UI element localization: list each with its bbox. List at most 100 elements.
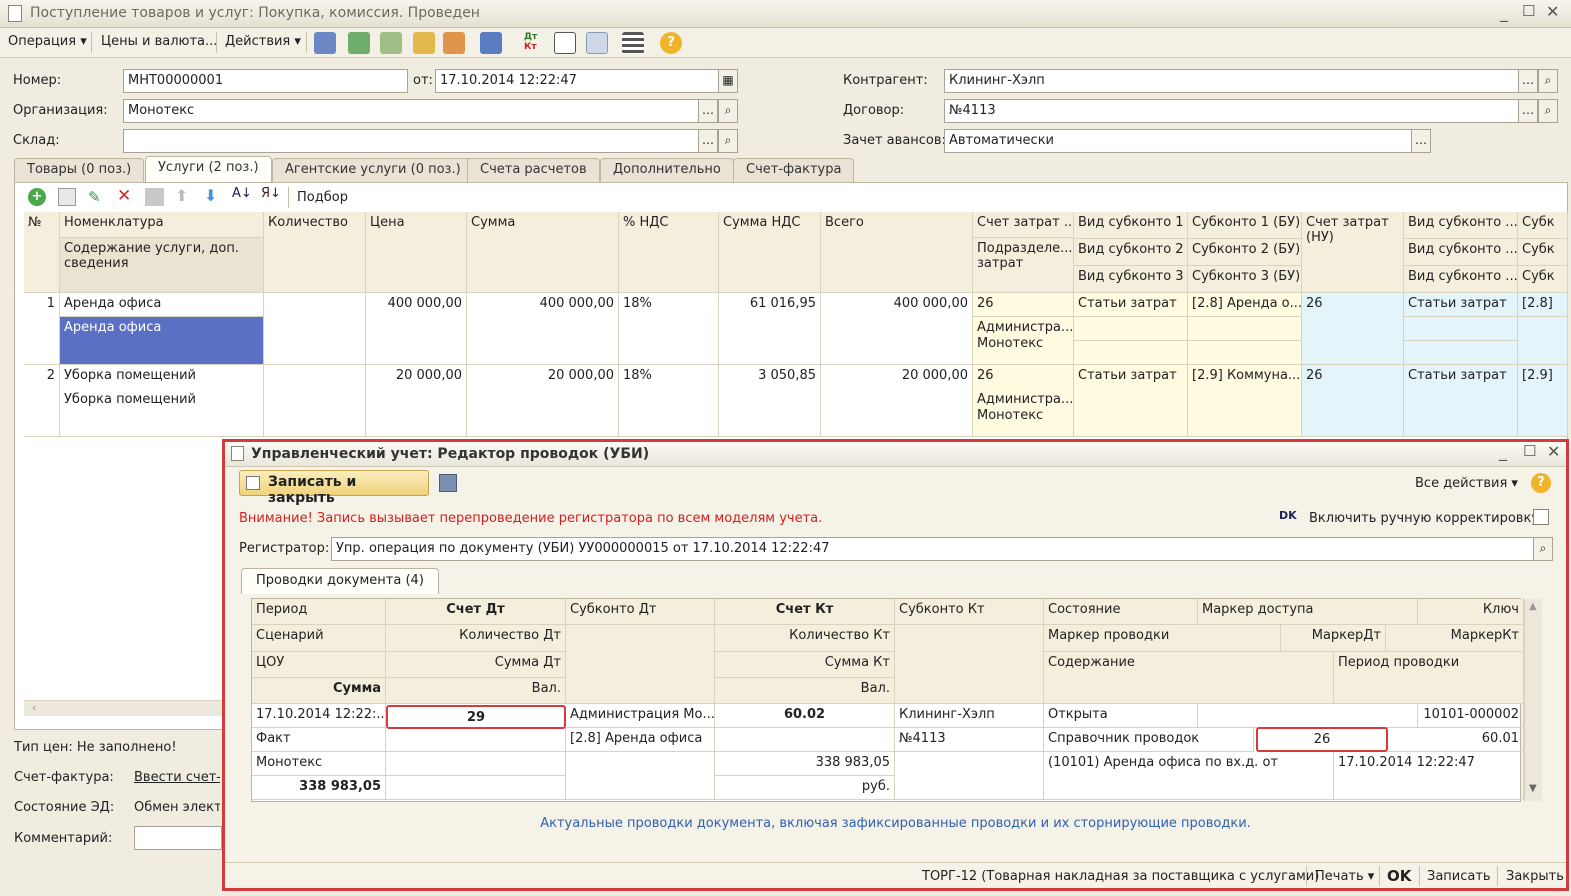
- col-nu-sub-2[interactable]: Субк: [1518, 239, 1568, 266]
- col-quantity-dt[interactable]: Количество Дт: [386, 625, 566, 652]
- row-nomenclature[interactable]: Уборка помещений: [60, 365, 264, 389]
- row-service-content[interactable]: Уборка помещений: [60, 389, 264, 437]
- col-posting-marker[interactable]: Маркер проводки: [1044, 625, 1281, 652]
- goto-icon[interactable]: [480, 32, 502, 54]
- select-icon[interactable]: …: [698, 99, 718, 123]
- copy-row-icon[interactable]: [58, 188, 76, 206]
- help-icon[interactable]: ?: [660, 32, 682, 54]
- comment-field[interactable]: [134, 826, 222, 850]
- col-nu-sub-type-2[interactable]: Вид субконто ...: [1404, 239, 1518, 266]
- maximize-icon[interactable]: ☐: [1522, 2, 1535, 20]
- row-sum[interactable]: 400 000,00: [467, 293, 619, 365]
- contract-field[interactable]: №4113: [944, 99, 1520, 123]
- row-posting-marker[interactable]: Справочник проводок: [1044, 728, 1254, 752]
- row-vat[interactable]: 18%: [619, 365, 719, 437]
- copy-icon[interactable]: [380, 32, 402, 54]
- row-amount[interactable]: 338 983,05: [252, 776, 386, 800]
- document-up-icon[interactable]: [413, 32, 435, 54]
- col-subconto-dt[interactable]: Субконто Дт: [566, 599, 715, 625]
- row-sub-type-2[interactable]: [1074, 317, 1188, 341]
- col-vat[interactable]: % НДС: [619, 212, 719, 293]
- list-icon[interactable]: [622, 32, 644, 54]
- row-key[interactable]: 10101-000002: [1418, 704, 1524, 728]
- col-total[interactable]: Всего: [821, 212, 973, 293]
- row-nu-sub-2[interactable]: [1518, 317, 1568, 365]
- col-n[interactable]: №: [24, 212, 60, 293]
- select-icon[interactable]: …: [1411, 129, 1431, 153]
- col-sub-type-2[interactable]: Вид субконто 2: [1074, 239, 1188, 266]
- row-quantity[interactable]: [264, 293, 366, 365]
- row-cost-account[interactable]: 26: [973, 293, 1074, 317]
- contractor-field[interactable]: Клининг-Хэлп: [944, 69, 1520, 93]
- edit-icon[interactable]: ✎: [88, 188, 101, 206]
- row-quantity[interactable]: [264, 365, 366, 437]
- close-icon[interactable]: ✕: [1547, 442, 1560, 461]
- row-cost-account-nu[interactable]: 26: [1302, 365, 1404, 437]
- org-field[interactable]: Монотекс: [123, 99, 699, 123]
- minimize-icon[interactable]: _: [1500, 3, 1508, 22]
- tab-goods[interactable]: Товары (0 поз.): [14, 158, 145, 182]
- vertical-scrollbar[interactable]: ▲ ▼: [1524, 599, 1542, 801]
- end-edit-icon[interactable]: [145, 188, 164, 206]
- col-nu-sub-1[interactable]: Субк: [1518, 212, 1568, 239]
- sort-asc-icon[interactable]: A↓: [232, 186, 252, 201]
- row-sub-type-1[interactable]: Статьи затрат: [1074, 293, 1188, 317]
- row-sub-type-3[interactable]: [1074, 341, 1188, 365]
- table-row[interactable]: 1 Аренда офиса Аренда офиса 400 000,00 4…: [24, 293, 1568, 365]
- row-marker-dt[interactable]: 26: [1256, 727, 1388, 752]
- registrar-field[interactable]: Упр. операция по документу (УБИ) УУ00000…: [331, 537, 1539, 561]
- row-subconto-dt-1[interactable]: Администрация Мо...: [566, 704, 715, 728]
- col-sub-1[interactable]: Субконто 1 (БУ): [1188, 212, 1302, 239]
- col-nu-sub-type-3[interactable]: Вид субконто ...: [1404, 266, 1518, 293]
- minimize-icon[interactable]: _: [1499, 442, 1507, 461]
- row-subconto-dt-2[interactable]: [2.8] Аренда офиса: [566, 728, 715, 752]
- row-department[interactable]: Администра... Монотекс: [973, 389, 1074, 437]
- col-price[interactable]: Цена: [366, 212, 467, 293]
- move-up-icon[interactable]: ⬆: [175, 186, 188, 205]
- col-cost-account[interactable]: Счет затрат ...: [973, 212, 1074, 238]
- col-quantity-kt[interactable]: Количество Кт: [715, 625, 895, 652]
- row-cou[interactable]: Монотекс: [252, 752, 386, 776]
- row-marker-kt[interactable]: 60.01: [1388, 728, 1524, 752]
- row-period[interactable]: 17.10.2014 12:22:...: [252, 704, 386, 728]
- col-sum[interactable]: Сумма: [467, 212, 619, 293]
- col-period[interactable]: Период: [252, 599, 386, 625]
- calendar-icon[interactable]: ▦: [718, 69, 738, 93]
- search-icon[interactable]: ⌕: [1538, 99, 1558, 123]
- scroll-left-icon[interactable]: ‹: [32, 701, 36, 714]
- select-icon[interactable]: …: [1518, 99, 1538, 123]
- row-subconto-kt-2[interactable]: №4113: [895, 728, 1044, 752]
- col-currency-kt[interactable]: Вал.: [715, 678, 895, 704]
- row-nomenclature[interactable]: Аренда офиса: [60, 293, 264, 317]
- row-content[interactable]: (10101) Аренда офиса по вх.д. от: [1044, 752, 1334, 800]
- row-sub-3[interactable]: [1188, 341, 1302, 365]
- row-sum-kt[interactable]: 338 983,05: [715, 752, 895, 776]
- row-vat-sum[interactable]: 61 016,95: [719, 293, 821, 365]
- col-posting-period[interactable]: Период проводки: [1334, 652, 1524, 704]
- prices-button[interactable]: Цены и валюта...: [101, 34, 217, 49]
- row-subconto-dt-3[interactable]: [566, 752, 715, 800]
- col-service-content[interactable]: Содержание услуги, доп. сведения: [60, 238, 264, 293]
- col-currency-dt[interactable]: Вал.: [386, 678, 566, 704]
- add-icon[interactable]: +: [28, 188, 46, 206]
- row-quantity-dt[interactable]: [386, 728, 566, 752]
- date-field[interactable]: 17.10.2014 12:22:47: [435, 69, 719, 93]
- tab-additional[interactable]: Дополнительно: [600, 158, 734, 182]
- search-icon[interactable]: ⌕: [718, 99, 738, 123]
- col-cost-account-nu[interactable]: Счет затрат (НУ): [1302, 212, 1404, 293]
- scroll-down-icon[interactable]: ▼: [1529, 783, 1537, 794]
- row-nu-sub-type-3[interactable]: [1404, 341, 1518, 365]
- row-sub-2[interactable]: [1188, 317, 1302, 341]
- col-sum-dt[interactable]: Сумма Дт: [386, 652, 566, 678]
- row-currency-kt[interactable]: руб.: [715, 776, 895, 800]
- row-vat-sum[interactable]: 3 050,85: [719, 365, 821, 437]
- table-row[interactable]: 2 Уборка помещений Уборка помещений 20 0…: [24, 365, 1568, 437]
- row-cost-account[interactable]: 26: [973, 365, 1074, 389]
- row-account-dt[interactable]: 29: [386, 705, 566, 729]
- invoice-link[interactable]: Ввести счет-ф: [134, 770, 220, 785]
- col-department[interactable]: Подразделе... затрат: [973, 238, 1074, 293]
- operation-menu[interactable]: Операция ▾: [8, 34, 87, 49]
- row-nu-sub-1[interactable]: [2.8]: [1518, 293, 1568, 317]
- print-menu[interactable]: Печать ▾: [1315, 869, 1374, 884]
- col-scenario[interactable]: Сценарий: [252, 625, 386, 652]
